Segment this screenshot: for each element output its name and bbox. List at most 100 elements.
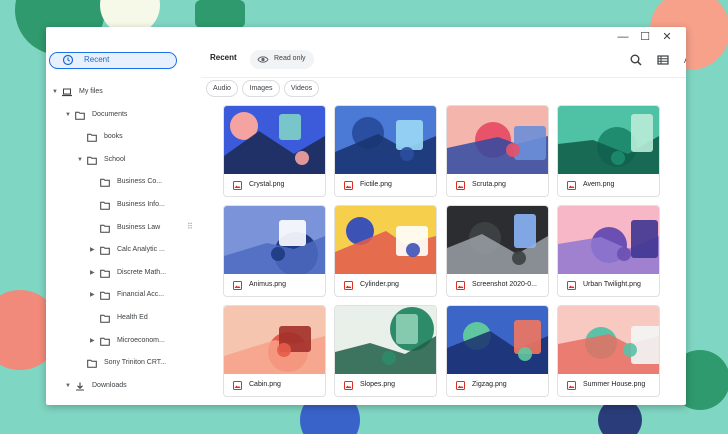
- file-thumbnail: [224, 206, 325, 274]
- eye-icon: [257, 56, 269, 63]
- sidebar-tree-label: books: [104, 133, 123, 141]
- collapse-arrow-icon[interactable]: ▶: [90, 265, 95, 281]
- folder-icon: [100, 246, 110, 255]
- sidebar-tree-item[interactable]: ▶ Microeconom...: [46, 333, 186, 349]
- expand-arrow-icon[interactable]: ▼: [65, 107, 71, 123]
- collapse-arrow-icon[interactable]: ▶: [90, 287, 95, 303]
- sidebar-tree-item[interactable]: ▼ My files: [46, 84, 186, 100]
- file-thumbnail: [335, 106, 436, 174]
- collapse-arrow-icon[interactable]: ▶: [90, 333, 95, 349]
- svg-text:AZ: AZ: [684, 56, 686, 65]
- expand-arrow-icon[interactable]: ▼: [65, 378, 71, 394]
- file-thumbnail: [447, 206, 548, 274]
- file-name: Cabin.png: [249, 381, 281, 388]
- file-caption: Scruta.png: [447, 174, 548, 196]
- sidebar-item-recent[interactable]: Recent: [49, 52, 177, 69]
- image-file-icon: [233, 181, 242, 190]
- image-file-icon: [344, 381, 353, 390]
- file-card[interactable]: Fictile.png: [334, 105, 437, 197]
- file-thumbnail: [447, 106, 548, 174]
- file-name: Summer House.png: [583, 381, 646, 388]
- sidebar: Recent ▼ My files ▼ Documents books ▼ School Bu…: [46, 27, 196, 405]
- file-card[interactable]: Urban Twilight.png: [557, 205, 660, 297]
- sidebar-tree-label: Documents: [92, 110, 128, 118]
- sidebar-tree-item[interactable]: ▶ Calc Analytic ...: [46, 242, 186, 258]
- sidebar-tree-label: Health Ed: [117, 314, 148, 321]
- file-thumbnail: [447, 306, 548, 374]
- file-caption: Zigzag.png: [447, 374, 548, 396]
- file-card[interactable]: Scruta.png: [446, 105, 549, 197]
- file-name: Animus.png: [249, 281, 286, 288]
- breadcrumb[interactable]: Recent: [210, 53, 237, 62]
- file-card[interactable]: Summer House.png: [557, 305, 660, 397]
- file-caption: Avem.png: [558, 174, 659, 196]
- sidebar-tree-label: Discrete Math...: [117, 268, 167, 276]
- file-card[interactable]: Cylinder.png: [334, 205, 437, 297]
- folder-icon: [100, 337, 110, 346]
- sidebar-item-label: Recent: [84, 55, 110, 64]
- search-icon[interactable]: [629, 53, 643, 67]
- laptop-icon: [62, 88, 72, 97]
- toolbar-divider: [201, 77, 686, 78]
- list-view-icon[interactable]: [656, 53, 670, 67]
- file-card[interactable]: Avem.png: [557, 105, 660, 197]
- file-name: Scruta.png: [472, 181, 506, 188]
- read-only-label: Read only: [274, 55, 306, 62]
- file-card[interactable]: Cabin.png: [223, 305, 326, 397]
- file-name: Screenshot 2020-0...: [472, 281, 537, 288]
- clock-icon: [62, 54, 74, 66]
- file-name: Fictile.png: [360, 181, 392, 188]
- file-caption: Fictile.png: [335, 174, 436, 196]
- download-icon: [76, 382, 84, 391]
- file-card[interactable]: Crystal.png: [223, 105, 326, 197]
- sidebar-tree-label: Business Co...: [117, 178, 163, 186]
- sidebar-tree-item[interactable]: Business Law: [46, 220, 186, 236]
- filter-chip-images[interactable]: Images: [242, 80, 280, 97]
- file-caption: Cylinder.png: [335, 274, 436, 296]
- file-card[interactable]: Animus.png: [223, 205, 326, 297]
- expand-arrow-icon[interactable]: ▼: [52, 84, 58, 100]
- file-thumbnail: [224, 106, 325, 174]
- sidebar-tree-item[interactable]: ▼ School: [46, 152, 186, 168]
- file-card[interactable]: Zigzag.png: [446, 305, 549, 397]
- sidebar-tree-label: Microeconom...: [117, 336, 165, 344]
- image-file-icon: [344, 281, 353, 290]
- sidebar-tree-item[interactable]: Health Ed: [46, 310, 186, 326]
- file-name: Slopes.png: [360, 381, 396, 388]
- filter-chip-videos[interactable]: Videos: [284, 80, 319, 97]
- image-file-icon: [233, 381, 242, 390]
- folder-icon: [100, 179, 110, 188]
- image-file-icon: [567, 281, 576, 290]
- sidebar-tree-label: Financial Acc...: [117, 291, 165, 299]
- sort-az-icon[interactable]: AZ: [683, 53, 686, 67]
- sidebar-tree-item[interactable]: ▼ Downloads: [46, 378, 186, 394]
- folder-icon: [87, 359, 97, 368]
- folder-icon: [100, 292, 110, 301]
- resize-handle-icon[interactable]: ⠿: [187, 222, 193, 231]
- collapse-arrow-icon[interactable]: ▶: [90, 242, 95, 258]
- file-caption: Screenshot 2020-0...: [447, 274, 548, 296]
- file-caption: Crystal.png: [224, 174, 325, 196]
- sidebar-tree-label: Downloads: [92, 381, 127, 389]
- file-name: Avem.png: [583, 181, 615, 188]
- file-name: Cylinder.png: [360, 281, 399, 288]
- sidebar-tree-item[interactable]: ▶ Discrete Math...: [46, 265, 186, 281]
- file-caption: Animus.png: [224, 274, 325, 296]
- file-thumbnail: [335, 206, 436, 274]
- sidebar-tree-item[interactable]: ▼ Documents: [46, 107, 186, 123]
- sidebar-tree-item[interactable]: Sony Triniton CRT...: [46, 355, 186, 371]
- file-card[interactable]: Screenshot 2020-0...: [446, 205, 549, 297]
- sidebar-tree-label: Sony Triniton CRT...: [104, 359, 167, 367]
- file-thumbnail: [224, 306, 325, 374]
- sidebar-tree-item[interactable]: books: [46, 129, 186, 145]
- folder-icon: [87, 133, 97, 142]
- files-app-window: — ☐ ✕ Recent ▼ My files ▼ Documents books ▼ Sc…: [46, 27, 686, 405]
- filter-chip-audio[interactable]: Audio: [206, 80, 238, 97]
- expand-arrow-icon[interactable]: ▼: [77, 152, 83, 168]
- sidebar-tree-item[interactable]: Business Co...: [46, 174, 186, 190]
- file-name: Crystal.png: [249, 181, 285, 188]
- sidebar-tree-item[interactable]: Business Info...: [46, 197, 186, 213]
- sidebar-tree-item[interactable]: ▶ Financial Acc...: [46, 287, 186, 303]
- sidebar-tree-label: Business Law: [117, 223, 161, 231]
- file-card[interactable]: Slopes.png: [334, 305, 437, 397]
